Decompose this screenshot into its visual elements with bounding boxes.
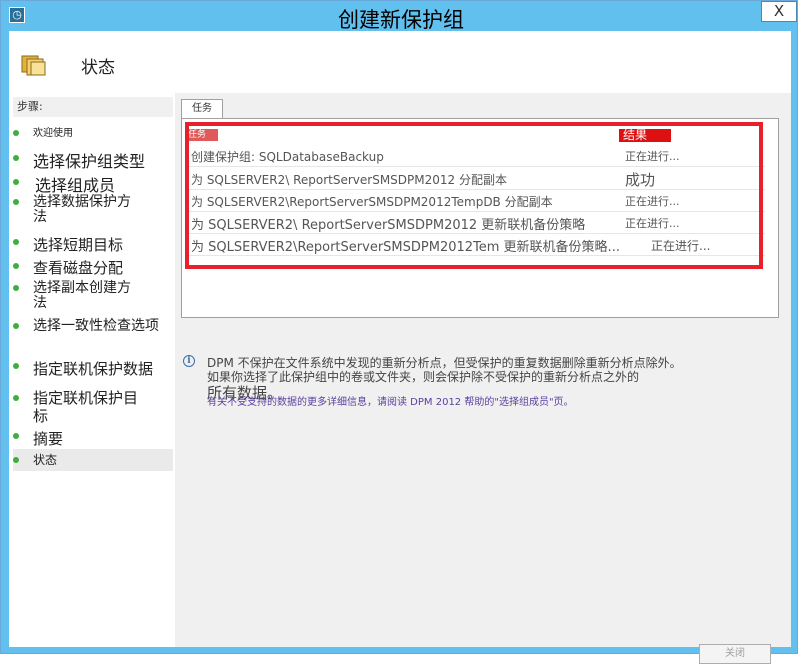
step-label: 查看磁盘分配 xyxy=(33,259,124,277)
info-icon: i xyxy=(183,355,195,367)
step-online-protection-goals[interactable]: 指定联机保护目标 xyxy=(13,387,173,425)
column-header-result[interactable]: 结果 xyxy=(619,129,671,142)
task-cell: 为 SQLSERVER2\ ReportServerSMSDPM2012 分配副… xyxy=(191,173,507,187)
table-row[interactable]: 为 SQLSERVER2\ReportServerSMSDPM2012TempD… xyxy=(185,189,765,212)
dialog-window: ◷ 创建新保护组 X 状态 步骤: 欢迎使用 选择保护组类型 选择组成员 选择数… xyxy=(0,0,798,664)
step-label: 摘要 xyxy=(33,430,64,448)
step-select-group-type[interactable]: 选择保护组类型 xyxy=(13,149,173,171)
page-title: 状态 xyxy=(81,58,115,78)
step-status-icon xyxy=(13,395,19,401)
step-consistency-check-options[interactable]: 选择一致性检查选项 xyxy=(13,317,173,351)
step-label: 选择保护组类型 xyxy=(33,152,146,171)
step-select-protection-method[interactable]: 选择数据保护方法 xyxy=(13,193,173,227)
step-select-group-members[interactable]: 选择组成员 xyxy=(13,173,173,195)
step-replica-creation-method[interactable]: 选择副本创建方法 xyxy=(13,279,173,313)
close-button[interactable]: 关闭 xyxy=(699,644,771,664)
table-row[interactable]: 为 SQLSERVER2\ ReportServerSMSDPM2012 分配副… xyxy=(185,167,765,190)
table-row[interactable]: 为 SQLSERVER2\ ReportServerSMSDPM2012 更新联… xyxy=(185,211,765,234)
tab-tasks[interactable]: 任务 xyxy=(181,99,223,119)
column-header-task[interactable]: 任务 xyxy=(186,129,218,141)
page-header: 状态 xyxy=(9,31,791,93)
step-status-icon xyxy=(13,323,19,329)
task-cell: 为 SQLSERVER2\ ReportServerSMSDPM2012 更新联… xyxy=(191,218,586,233)
step-label: 选择一致性检查选项 xyxy=(33,318,159,334)
step-status-icon xyxy=(13,363,19,369)
step-label: 状态 xyxy=(33,453,58,467)
step-status-icon xyxy=(13,457,19,463)
table-row[interactable]: 为 SQLSERVER2\ReportServerSMSDPM2012Tem 更… xyxy=(185,233,765,256)
window-title: 创建新保护组 xyxy=(338,8,464,32)
folder-icon xyxy=(21,55,46,76)
step-status[interactable]: 状态 xyxy=(13,449,173,471)
step-summary[interactable]: 摘要 xyxy=(13,427,173,448)
steps-header: 步骤: xyxy=(13,97,173,117)
step-status-icon xyxy=(13,179,19,185)
step-status-icon xyxy=(13,199,19,205)
step-status-icon xyxy=(13,433,19,439)
task-cell: 创建保护组: SQLDatabaseBackup xyxy=(191,150,384,164)
result-cell: 成功 xyxy=(625,171,656,189)
step-welcome[interactable]: 欢迎使用 xyxy=(13,125,173,143)
step-label: 选择短期目标 xyxy=(33,236,124,254)
step-label: 欢迎使用 xyxy=(33,128,73,139)
status-content: 任务 任务 结果 创建保护组: SQLDatabaseBackup 正在进行..… xyxy=(179,93,791,664)
steps-panel: 步骤: 欢迎使用 选择保护组类型 选择组成员 选择数据保护方法 选择短期目标 查… xyxy=(9,93,175,647)
step-status-icon xyxy=(13,285,19,291)
task-cell: 为 SQLSERVER2\ReportServerSMSDPM2012Tem 更… xyxy=(191,240,620,255)
step-status-icon xyxy=(13,155,19,161)
title-bar: ◷ 创建新保护组 X xyxy=(1,1,797,32)
result-cell: 正在进行... xyxy=(651,239,711,253)
step-select-short-term-goals[interactable]: 选择短期目标 xyxy=(13,233,173,255)
help-link[interactable]: 有关不受支持的数据的更多详细信息，请阅读 DPM 2012 帮助的"选择组成员"… xyxy=(207,393,574,408)
step-label: 指定联机保护目标 xyxy=(33,389,139,425)
dialog-client-area: 状态 步骤: 欢迎使用 选择保护组类型 选择组成员 选择数据保护方法 选择短期目… xyxy=(9,31,791,664)
step-review-disk-allocation[interactable]: 查看磁盘分配 xyxy=(13,257,173,277)
task-cell: 为 SQLSERVER2\ReportServerSMSDPM2012TempD… xyxy=(191,195,553,209)
result-cell: 正在进行... xyxy=(625,217,680,230)
result-cell: 正在进行... xyxy=(625,150,680,163)
step-status-icon xyxy=(13,239,19,245)
step-label: 选择数据保护方法 xyxy=(33,194,131,225)
step-status-icon xyxy=(13,130,19,136)
result-cell: 正在进行... xyxy=(625,195,680,208)
window-close-button[interactable]: X xyxy=(761,1,797,22)
step-online-protection-data[interactable]: 指定联机保护数据 xyxy=(13,357,173,379)
step-status-icon xyxy=(13,263,19,269)
step-label: 指定联机保护数据 xyxy=(33,360,154,378)
table-row[interactable]: 创建保护组: SQLDatabaseBackup 正在进行... xyxy=(185,144,765,167)
step-label: 选择副本创建方法 xyxy=(33,280,131,311)
